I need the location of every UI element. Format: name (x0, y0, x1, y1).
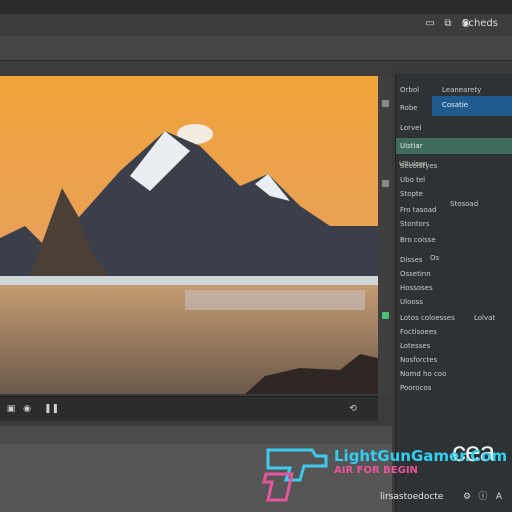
panel-row[interactable]: Foctisoees (400, 328, 437, 336)
panel-row[interactable]: Ultuisen (399, 160, 428, 168)
panel-row[interactable]: Lotesses (400, 342, 430, 350)
mountain-lake-photo (0, 76, 378, 394)
settings-icon[interactable]: ⚙ (462, 492, 472, 502)
panel-row[interactable]: Bro coisse (400, 236, 436, 244)
toolbar: ▭ ⧉ ◉ Scheds (0, 14, 512, 37)
timeline-bar (0, 426, 392, 444)
loop-icon[interactable]: ⟲ (348, 404, 358, 414)
transport-bar: ▣ ◉ ❚❚ ⟲ (0, 396, 378, 421)
panel-row[interactable]: Robe (400, 104, 418, 112)
panel-selected-item[interactable]: Cosatie (432, 96, 512, 116)
toolbar-label[interactable]: Scheds (462, 18, 498, 29)
panel-row[interactable]: Lorvel (400, 124, 421, 132)
panel-row[interactable]: Stontors (400, 220, 429, 228)
panel-header-right: Leanearety (442, 86, 482, 94)
panel-row-value[interactable]: Stosoad (450, 200, 478, 208)
panel-row[interactable]: Nosforctes (400, 356, 437, 364)
panel-row[interactable]: Nomd ho coo (400, 370, 446, 378)
panel-row[interactable]: Ossetinn (400, 270, 431, 278)
panel-row[interactable]: Ubo tel (400, 176, 425, 184)
panel-row[interactable]: Ulooss (400, 298, 423, 306)
panel-highlight-row[interactable]: Uistiar (396, 138, 512, 154)
light-gun-logo-icon (262, 448, 328, 502)
frame-icon[interactable]: ▣ (6, 404, 16, 414)
menu-bar (0, 36, 512, 61)
panel-row[interactable]: Fro tasoad (400, 206, 436, 214)
panel-row[interactable]: Hossoses (400, 284, 433, 292)
status-text: lirsastoedocte (380, 492, 444, 502)
pause-icon[interactable]: ❚❚ (44, 404, 59, 414)
panel-row[interactable]: Disses (400, 256, 423, 264)
title-bar (0, 0, 512, 14)
font-icon[interactable]: A (494, 492, 504, 502)
panel-row-value[interactable]: Lolvat (474, 314, 495, 322)
copy-icon[interactable]: ⧉ (442, 18, 454, 30)
record-icon[interactable]: ◉ (22, 404, 32, 414)
info-icon[interactable]: ⓘ (478, 492, 488, 502)
panel-row[interactable]: Lotos coloesses (400, 314, 455, 322)
watermark-tagline: AIR FOR BEGIN (334, 465, 418, 476)
panel-highlight-label: Uistiar (400, 142, 423, 150)
scroll-marker-icon[interactable] (382, 312, 389, 319)
status-icons: ⚙ ⓘ A (462, 492, 504, 502)
panel-selected-label: Cosatie (442, 101, 469, 109)
scroll-marker-icon[interactable] (382, 100, 389, 107)
scroll-marker-icon[interactable] (382, 180, 389, 187)
panel-row-value[interactable]: Os (430, 254, 439, 262)
viewer-scrollbar[interactable] (378, 76, 392, 394)
import-icon[interactable]: ▭ (424, 18, 436, 30)
panel-row[interactable]: Stopte (400, 190, 423, 198)
panel-header-left: Orbol (400, 86, 420, 94)
image-viewer[interactable] (0, 76, 378, 394)
watermark-site: LightGunGamer.Com (334, 447, 508, 465)
panel-row[interactable]: Poorocos (400, 384, 431, 392)
